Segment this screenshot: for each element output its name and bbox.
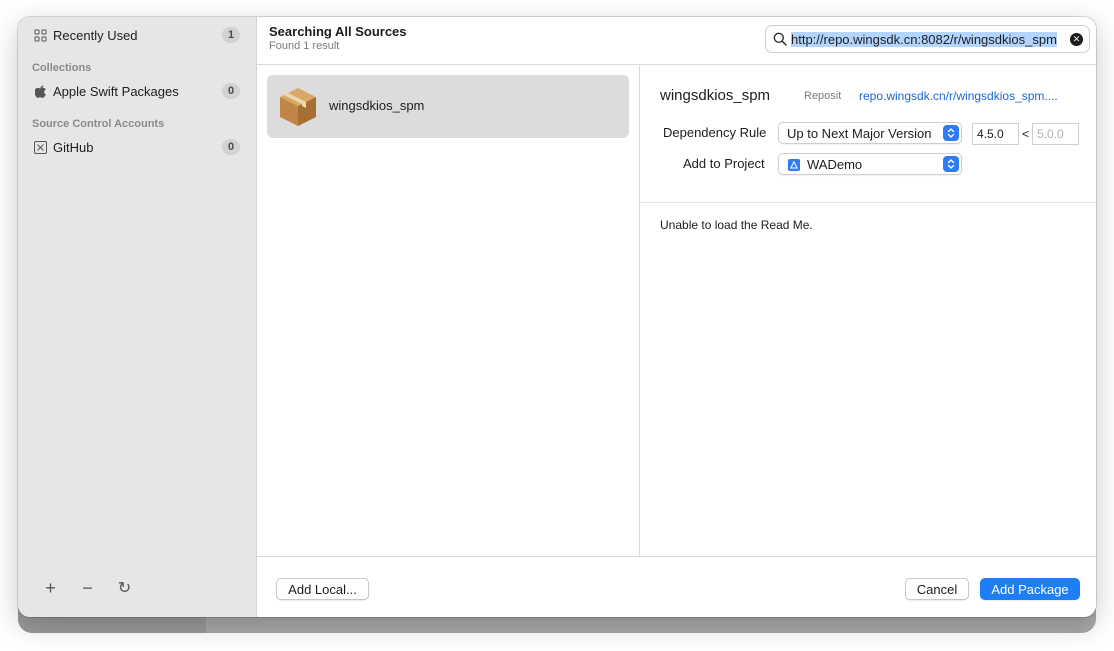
- package-name: wingsdkios_spm: [329, 98, 425, 113]
- remove-collection-button[interactable]: −: [69, 577, 106, 599]
- dependency-rule-label: Dependency Rule: [663, 125, 767, 140]
- divider: [640, 202, 1096, 203]
- count-badge: 0: [222, 139, 240, 155]
- refresh-icon[interactable]: ↻: [106, 577, 143, 599]
- count-badge: 0: [222, 83, 240, 99]
- project-value: WADemo: [807, 157, 863, 172]
- sidebar-item-label: Recently Used: [53, 27, 138, 43]
- search-value[interactable]: http://repo.wingsdk.cn:8082/r/wingsdkios…: [791, 31, 1067, 48]
- sidebar-item-apple-swift-packages[interactable]: Apple Swift Packages 0: [18, 79, 257, 103]
- sidebar: Recently Used 1 Collections Apple Swift …: [18, 17, 257, 617]
- sidebar-actions: + − ↻: [32, 577, 143, 599]
- project-icon: [788, 159, 800, 171]
- github-icon: [34, 140, 47, 154]
- readme-message: Unable to load the Read Me.: [660, 218, 813, 232]
- grid-icon: [34, 29, 47, 42]
- repository-label: Reposit: [804, 90, 842, 102]
- sidebar-item-recently-used[interactable]: Recently Used 1: [18, 23, 257, 47]
- search-input[interactable]: http://repo.wingsdk.cn:8082/r/wingsdkios…: [765, 25, 1090, 53]
- source-control-accounts-header: Source Control Accounts: [32, 118, 165, 130]
- version-separator: <: [1022, 127, 1030, 141]
- version-to-field[interactable]: 5.0.0: [1032, 123, 1079, 145]
- add-package-button[interactable]: Add Package: [980, 578, 1080, 600]
- apple-icon: [34, 85, 47, 98]
- add-to-project-select[interactable]: WADemo: [778, 153, 962, 175]
- sidebar-item-label: Apple Swift Packages: [53, 83, 179, 99]
- footer: Add Local... Cancel Add Package: [257, 556, 1096, 617]
- sidebar-item-github[interactable]: GitHub 0: [18, 135, 257, 159]
- count-badge: 1: [222, 27, 240, 43]
- header: Searching All Sources Found 1 result htt…: [257, 17, 1096, 65]
- version-from-field[interactable]: 4.5.0: [972, 123, 1019, 145]
- repository-link[interactable]: repo.wingsdk.cn/r/wingsdkios_spm....: [859, 89, 1081, 103]
- dependency-rule-select[interactable]: Up to Next Major Version: [778, 122, 962, 144]
- cancel-button[interactable]: Cancel: [905, 578, 969, 600]
- page-title: Searching All Sources: [269, 24, 407, 39]
- add-collection-button[interactable]: +: [32, 577, 69, 599]
- package-details: wingsdkios_spm Reposit repo.wingsdk.cn/r…: [640, 66, 1096, 556]
- result-count: Found 1 result: [269, 40, 340, 52]
- add-to-project-label: Add to Project: [683, 156, 765, 171]
- package-title: wingsdkios_spm: [660, 87, 771, 104]
- chevron-up-down-icon: [943, 125, 959, 141]
- list-item[interactable]: wingsdkios_spm: [267, 75, 629, 138]
- search-icon: [773, 32, 787, 46]
- collections-header: Collections: [32, 62, 92, 74]
- package-box-icon: [277, 86, 319, 128]
- dependency-rule-value: Up to Next Major Version: [787, 126, 932, 141]
- clear-search-icon[interactable]: ✕: [1070, 33, 1083, 46]
- add-package-dialog: Recently Used 1 Collections Apple Swift …: [18, 17, 1096, 617]
- package-list: wingsdkios_spm: [257, 66, 640, 556]
- chevron-up-down-icon: [943, 156, 959, 172]
- add-local-button[interactable]: Add Local...: [276, 578, 369, 600]
- sidebar-item-label: GitHub: [53, 139, 94, 155]
